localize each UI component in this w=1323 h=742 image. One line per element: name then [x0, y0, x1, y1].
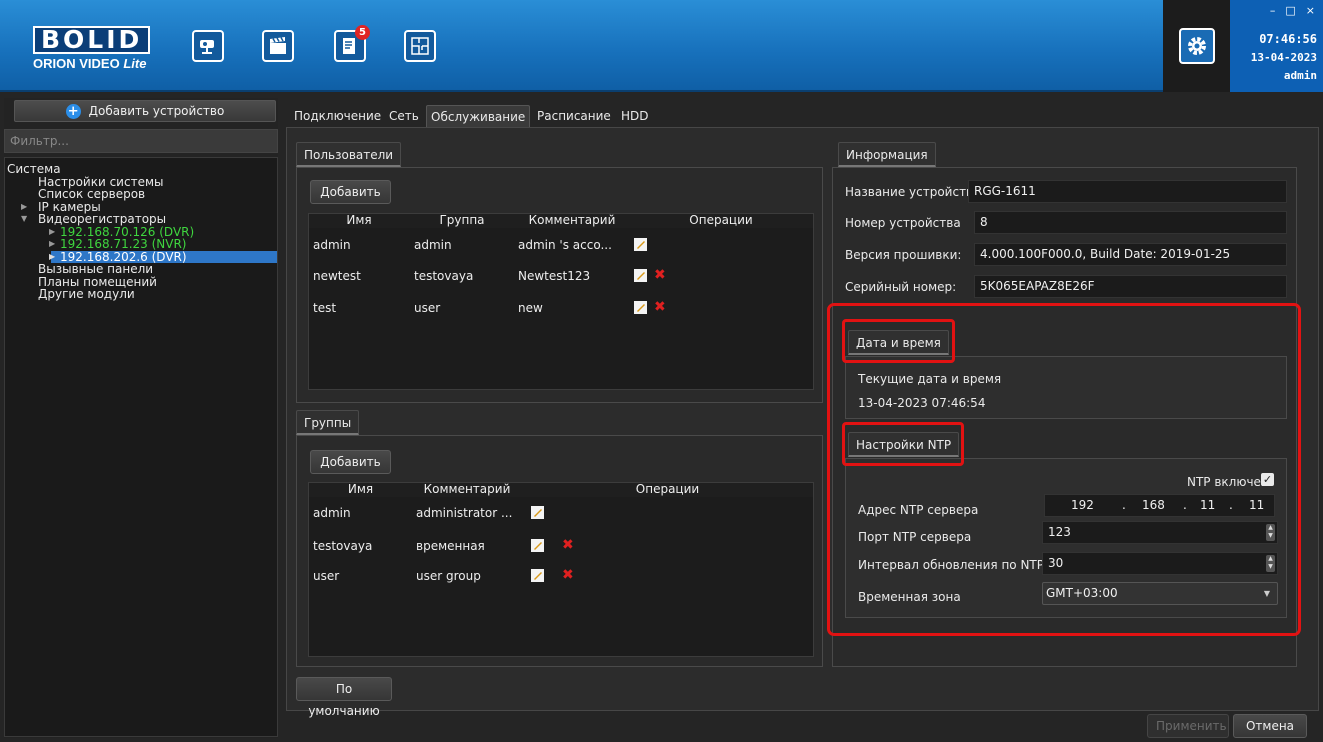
column-header: Группа	[409, 214, 515, 228]
column-header: Операции	[629, 214, 813, 228]
clock-date: 13-04-2023	[1250, 51, 1317, 64]
notification-badge: 5	[355, 25, 370, 40]
bolid-logo: BOLID ORION VIDEO Lite	[33, 26, 153, 74]
column-header: Комментарий	[515, 214, 629, 228]
plan-icon	[411, 37, 429, 55]
logo-sub: ORION VIDEO	[33, 56, 120, 71]
group-comment: временная	[416, 539, 485, 553]
column-header: Комментарий	[412, 483, 522, 497]
camera-button[interactable]	[192, 30, 224, 62]
clock-panel: – □ × 07:46:56 13-04-2023 admin	[1230, 0, 1323, 92]
expand-arrow-icon[interactable]: ▶	[21, 201, 27, 214]
user-name: admin	[313, 238, 351, 252]
device-name-field[interactable]: RGG-1611	[968, 180, 1287, 203]
settings-area	[1163, 0, 1230, 92]
group-name: user	[313, 569, 340, 583]
close-button[interactable]: ×	[1306, 4, 1315, 17]
edit-icon[interactable]	[531, 539, 544, 552]
group-comment: administrator ...	[416, 506, 513, 520]
user-group: testovaya	[414, 269, 474, 283]
serial-label: Серийный номер:	[845, 280, 957, 294]
logo-sub-italic: Lite	[123, 56, 147, 71]
add-device-button[interactable]: + Добавить устройство	[14, 100, 276, 122]
expand-arrow-icon[interactable]: ▶	[49, 226, 55, 239]
logo-main: BOLID	[33, 26, 151, 54]
users-group-title: Пользователи	[296, 142, 402, 167]
add-group-button[interactable]: Добавить	[310, 450, 391, 474]
device-tree: Система Настройки системы Список серверо…	[4, 157, 278, 737]
delete-icon[interactable]: ✖	[562, 568, 574, 582]
apply-button[interactable]: Применить	[1147, 714, 1229, 738]
plans-button[interactable]	[404, 30, 436, 62]
plus-icon: +	[65, 103, 81, 119]
minimize-button[interactable]: –	[1270, 4, 1276, 17]
clock-time: 07:46:56	[1259, 32, 1317, 46]
clapperboard-icon	[270, 37, 286, 54]
tab-maintenance[interactable]: Обслуживание	[426, 105, 531, 127]
tab-connection[interactable]: Подключение	[290, 105, 385, 127]
expand-arrow-icon[interactable]: ▶	[49, 238, 55, 251]
add-device-label: Добавить устройство	[88, 104, 225, 118]
add-user-button[interactable]: Добавить	[310, 180, 391, 204]
reports-button[interactable]: 5	[334, 25, 370, 62]
tab-schedule[interactable]: Расписание	[533, 105, 615, 127]
delete-icon[interactable]: ✖	[562, 538, 574, 552]
column-header: Имя	[309, 214, 409, 228]
groups-table: Имя Комментарий Операции admin administr…	[308, 482, 814, 657]
defaults-button[interactable]: По умолчанию	[296, 677, 392, 718]
delete-icon[interactable]: ✖	[654, 300, 666, 314]
highlight-frame	[842, 422, 964, 466]
group-name: testovaya	[313, 539, 373, 553]
tree-root[interactable]: Система	[5, 163, 277, 176]
user-group: user	[414, 301, 441, 315]
column-header: Имя	[309, 483, 412, 497]
group-comment: user group	[416, 569, 481, 583]
edit-icon[interactable]	[634, 269, 647, 282]
users-table: Имя Группа Комментарий Операции admin ad…	[308, 213, 814, 390]
firmware-label: Версия прошивки:	[845, 248, 962, 262]
cancel-button[interactable]: Отмена	[1233, 714, 1307, 738]
highlight-frame	[842, 319, 955, 363]
firmware-field: 4.000.100F000.0, Build Date: 2019-01-25	[974, 243, 1287, 266]
tab-network[interactable]: Сеть	[385, 105, 423, 127]
user-comment: admin 's acco...	[518, 238, 612, 252]
device-name-label: Название устройства	[845, 185, 981, 199]
video-archive-button[interactable]	[262, 30, 294, 62]
device-number-field[interactable]: 8	[974, 211, 1287, 234]
delete-icon[interactable]: ✖	[654, 268, 666, 282]
filter-input[interactable]: Фильтр...	[4, 129, 278, 153]
serial-field: 5K065EAPAZ8E26F	[974, 275, 1287, 298]
user-group: admin	[414, 238, 452, 252]
groups-group-title: Группы	[296, 410, 360, 435]
edit-icon[interactable]	[531, 506, 544, 519]
tab-hdd[interactable]: HDD	[617, 105, 653, 127]
tree-item-intercom[interactable]: Вызывные панели	[5, 263, 277, 276]
camera-icon	[200, 40, 214, 54]
collapse-arrow-icon[interactable]: ▼	[21, 213, 27, 226]
info-group-title: Информация	[838, 142, 936, 167]
device-number-label: Номер устройства	[845, 216, 961, 230]
group-name: admin	[313, 506, 351, 520]
settings-button[interactable]	[1178, 28, 1215, 64]
gear-icon	[1187, 37, 1206, 55]
user-comment: Newtest123	[518, 269, 591, 283]
user-name: test	[313, 301, 337, 315]
column-header: Операции	[522, 483, 813, 497]
edit-icon[interactable]	[634, 301, 647, 314]
current-user: admin	[1283, 69, 1317, 82]
user-comment: new	[518, 301, 543, 315]
tree-item-other[interactable]: Другие модули	[5, 288, 277, 301]
user-name: newtest	[313, 269, 361, 283]
edit-icon[interactable]	[531, 569, 544, 582]
edit-icon[interactable]	[634, 238, 647, 251]
maximize-button[interactable]: □	[1285, 4, 1295, 17]
